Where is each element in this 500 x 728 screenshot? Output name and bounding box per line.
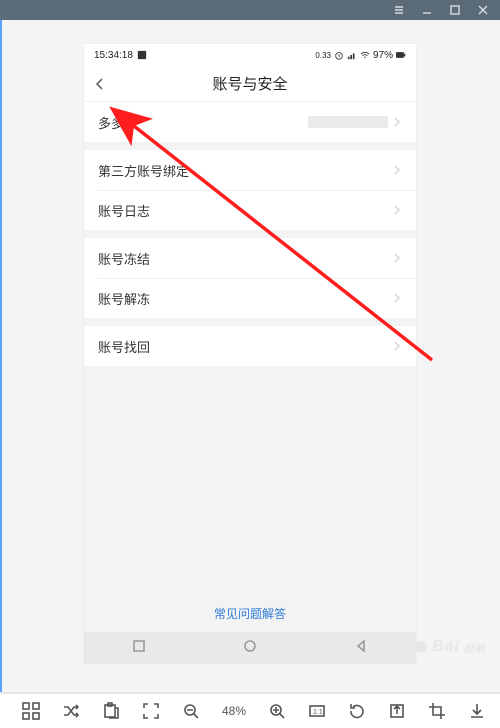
zoom-out-icon[interactable] (182, 702, 200, 720)
page-title: 账号与安全 (212, 73, 287, 94)
list-group-bindings: 第三方账号绑定 账号日志 (84, 150, 416, 230)
settings-list: 多多号 第三方账号绑定 账号日志 (84, 102, 416, 632)
statusbar-time: 15:34:18 (94, 50, 133, 61)
chevron-right-icon (392, 291, 402, 306)
watermark-sub: 经验 (464, 640, 486, 655)
battery-icon (396, 50, 406, 60)
zoom-in-icon[interactable] (268, 702, 286, 720)
viewer-canvas: 15:34:18 0.33 97% 账号与安全 多多号 (0, 20, 500, 692)
download-icon[interactable] (468, 702, 486, 720)
window-maximize-button[interactable] (448, 3, 462, 17)
wifi-icon (360, 50, 370, 60)
crop-icon[interactable] (428, 702, 446, 720)
phone-header: 账号与安全 (84, 66, 416, 102)
row-label: 账号找回 (98, 337, 150, 356)
watermark-brand: Bai (432, 638, 460, 656)
row-label: 多多号 (98, 113, 137, 132)
clipboard-icon[interactable] (102, 702, 120, 720)
phone-frame: 15:34:18 0.33 97% 账号与安全 多多号 (84, 44, 416, 664)
statusbar-battery-pct: 97% (373, 50, 393, 61)
watermark: Bai 经验 (412, 638, 486, 656)
viewer-toolbar: 48% 1:1 (0, 692, 500, 728)
actual-size-icon[interactable]: 1:1 (308, 702, 326, 720)
rotate-icon[interactable] (348, 702, 366, 720)
chevron-right-icon (392, 163, 402, 178)
masked-value (308, 116, 388, 128)
row-label: 第三方账号绑定 (98, 161, 189, 180)
window-titlebar (0, 0, 500, 20)
chevron-right-icon (392, 251, 402, 266)
statusbar-net-speed: 0.33 (315, 51, 331, 60)
chevron-right-icon (392, 203, 402, 218)
signal-icon (347, 50, 357, 60)
window-minimize-button[interactable] (420, 3, 434, 17)
phone-statusbar: 15:34:18 0.33 97% (84, 44, 416, 66)
row-freeze[interactable]: 账号冻结 (84, 238, 416, 278)
list-group-recover: 账号找回 (84, 326, 416, 366)
back-button[interactable] (92, 66, 108, 101)
row-recover[interactable]: 账号找回 (84, 326, 416, 366)
list-group-account: 多多号 (84, 102, 416, 142)
phone-nav (84, 632, 416, 664)
row-unfreeze[interactable]: 账号解冻 (84, 278, 416, 318)
row-account-id[interactable]: 多多号 (84, 102, 416, 142)
window-menu-button[interactable] (392, 3, 406, 17)
row-label: 账号日志 (98, 201, 150, 220)
window-close-button[interactable] (476, 3, 490, 17)
shuffle-icon[interactable] (62, 702, 80, 720)
svg-text:1:1: 1:1 (313, 709, 323, 716)
row-third-party[interactable]: 第三方账号绑定 (84, 150, 416, 190)
statusbar-app-icon (137, 50, 147, 60)
list-group-freeze: 账号冻结 账号解冻 (84, 238, 416, 318)
chevron-right-icon (392, 339, 402, 354)
grid-icon[interactable] (22, 702, 40, 720)
nav-back-button[interactable] (353, 638, 369, 659)
row-account-log[interactable]: 账号日志 (84, 190, 416, 230)
nav-home-button[interactable] (242, 638, 258, 659)
chevron-right-icon (392, 115, 402, 130)
faq-link[interactable]: 常见问题解答 (84, 591, 416, 632)
faq-link-label: 常见问题解答 (214, 607, 286, 621)
nav-recent-button[interactable] (131, 638, 147, 659)
fullscreen-icon[interactable] (142, 702, 160, 720)
row-label: 账号解冻 (98, 289, 150, 308)
paw-icon (412, 638, 430, 656)
zoom-level: 48% (222, 704, 246, 718)
row-label: 账号冻结 (98, 249, 150, 268)
share-icon[interactable] (388, 702, 406, 720)
alarm-icon (334, 50, 344, 60)
